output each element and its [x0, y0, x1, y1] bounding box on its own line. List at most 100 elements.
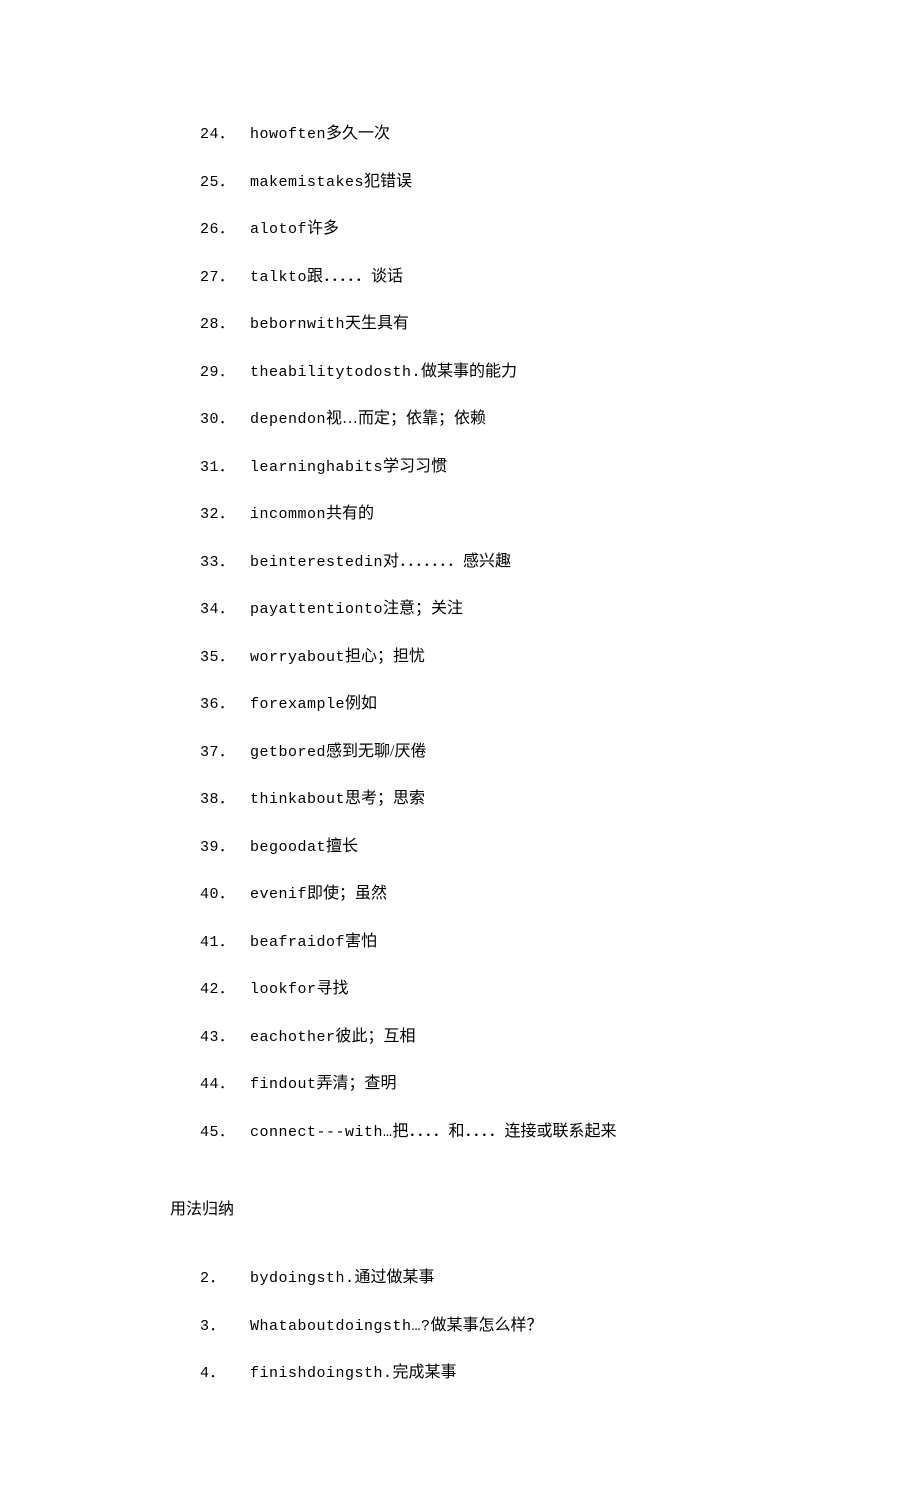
document-page: 24．howoften多久一次25．makemistakes犯错误26．alot… — [0, 0, 920, 1487]
item-body: payattentionto注意；关注 — [250, 595, 463, 623]
list-item: 40．evenif即使；虽然 — [200, 880, 750, 908]
item-body: getbored感到无聊/厌倦 — [250, 738, 426, 766]
list-item: 28．bebornwith天生具有 — [200, 310, 750, 338]
list-item: 37．getbored感到无聊/厌倦 — [200, 738, 750, 766]
chinese-definition: 对．．．．．．．感兴趣 — [383, 553, 511, 570]
english-term: evenif — [250, 886, 307, 903]
list-item: 41．beafraidof害怕 — [200, 928, 750, 956]
chinese-definition: 例如 — [345, 695, 377, 712]
english-term: theabilitytodosth. — [250, 364, 421, 381]
item-body: lookfor寻找 — [250, 975, 349, 1003]
english-term: bebornwith — [250, 316, 345, 333]
item-body: connect---with…把．．．．和．．．．连接或联系起来 — [250, 1118, 617, 1146]
item-number: 4． — [200, 1361, 250, 1387]
english-term: connect---with… — [250, 1124, 393, 1141]
item-number: 3． — [200, 1314, 250, 1340]
list-item: 45．connect---with…把．．．．和．．．．连接或联系起来 — [200, 1118, 750, 1146]
english-term: forexample — [250, 696, 345, 713]
list-item: 27．talkto跟．．．．．谈话 — [200, 263, 750, 291]
item-body: Whataboutdoingsth…?做某事怎么样？ — [250, 1312, 543, 1340]
list-item: 33．beinterestedin对．．．．．．．感兴趣 — [200, 548, 750, 576]
item-number: 31． — [200, 455, 250, 481]
section-title: 用法归纳 — [170, 1195, 750, 1219]
english-term: alotof — [250, 221, 307, 238]
english-term: payattentionto — [250, 601, 383, 618]
item-number: 37． — [200, 740, 250, 766]
list-item: 42．lookfor寻找 — [200, 975, 750, 1003]
chinese-definition: 害怕 — [345, 933, 377, 950]
list-item: 4．finishdoingsth.完成某事 — [200, 1359, 750, 1387]
chinese-definition: 许多 — [307, 220, 339, 237]
list-item: 38．thinkabout思考；思索 — [200, 785, 750, 813]
list-item: 43．eachother彼此；互相 — [200, 1023, 750, 1051]
chinese-definition: 多久一次 — [326, 125, 390, 142]
item-number: 43． — [200, 1025, 250, 1051]
item-body: finishdoingsth.完成某事 — [250, 1359, 457, 1387]
list-item: 25．makemistakes犯错误 — [200, 168, 750, 196]
chinese-definition: 通过做某事 — [355, 1269, 435, 1286]
english-term: makemistakes — [250, 174, 364, 191]
vocab-list: 24．howoften多久一次25．makemistakes犯错误26．alot… — [200, 120, 750, 1145]
list-item: 31．learninghabits学习习惯 — [200, 453, 750, 481]
chinese-definition: 把．．．．和．．．．连接或联系起来 — [393, 1123, 617, 1140]
english-term: incommon — [250, 506, 326, 523]
item-body: dependon视…而定；依靠；依赖 — [250, 405, 486, 433]
list-item: 3．Whataboutdoingsth…?做某事怎么样？ — [200, 1312, 750, 1340]
chinese-definition: 感到无聊/厌倦 — [326, 743, 426, 760]
item-number: 40． — [200, 882, 250, 908]
english-term: howoften — [250, 126, 326, 143]
item-body: evenif即使；虽然 — [250, 880, 387, 908]
item-number: 24． — [200, 122, 250, 148]
item-body: learninghabits学习习惯 — [250, 453, 447, 481]
chinese-definition: 共有的 — [326, 505, 374, 522]
chinese-definition: 犯错误 — [364, 173, 412, 190]
item-number: 44． — [200, 1072, 250, 1098]
english-term: thinkabout — [250, 791, 345, 808]
english-term: Whataboutdoingsth…? — [250, 1318, 431, 1335]
item-number: 41． — [200, 930, 250, 956]
chinese-definition: 视…而定；依靠；依赖 — [326, 410, 486, 427]
english-term: begoodat — [250, 839, 326, 856]
english-term: beafraidof — [250, 934, 345, 951]
chinese-definition: 做某事怎么样？ — [431, 1317, 543, 1334]
english-term: getbored — [250, 744, 326, 761]
item-number: 45． — [200, 1120, 250, 1146]
item-body: incommon共有的 — [250, 500, 374, 528]
item-number: 38． — [200, 787, 250, 813]
english-term: worryabout — [250, 649, 345, 666]
list-item: 34．payattentionto注意；关注 — [200, 595, 750, 623]
item-body: makemistakes犯错误 — [250, 168, 412, 196]
item-body: bydoingsth.通过做某事 — [250, 1264, 435, 1292]
list-item: 35．worryabout担心；担忧 — [200, 643, 750, 671]
item-number: 26． — [200, 217, 250, 243]
list-item: 44．findout弄清；查明 — [200, 1070, 750, 1098]
item-body: eachother彼此；互相 — [250, 1023, 416, 1051]
item-number: 33． — [200, 550, 250, 576]
chinese-definition: 注意；关注 — [383, 600, 463, 617]
item-body: forexample例如 — [250, 690, 377, 718]
chinese-definition: 做某事的能力 — [421, 363, 517, 380]
english-term: finishdoingsth. — [250, 1365, 393, 1382]
item-number: 27． — [200, 265, 250, 291]
item-number: 29． — [200, 360, 250, 386]
chinese-definition: 学习习惯 — [383, 458, 447, 475]
chinese-definition: 彼此；互相 — [336, 1028, 416, 1045]
chinese-definition: 思考；思索 — [345, 790, 425, 807]
english-term: lookfor — [250, 981, 317, 998]
english-term: findout — [250, 1076, 317, 1093]
chinese-definition: 弄清；查明 — [317, 1075, 397, 1092]
item-number: 2． — [200, 1266, 250, 1292]
list-item: 32．incommon共有的 — [200, 500, 750, 528]
item-number: 34． — [200, 597, 250, 623]
item-body: thinkabout思考；思索 — [250, 785, 425, 813]
english-term: learninghabits — [250, 459, 383, 476]
item-number: 25． — [200, 170, 250, 196]
english-term: talkto — [250, 269, 307, 286]
list-item: 36．forexample例如 — [200, 690, 750, 718]
item-body: alotof许多 — [250, 215, 339, 243]
item-number: 42． — [200, 977, 250, 1003]
item-number: 30． — [200, 407, 250, 433]
item-number: 28． — [200, 312, 250, 338]
item-body: findout弄清；查明 — [250, 1070, 397, 1098]
list-item: 24．howoften多久一次 — [200, 120, 750, 148]
